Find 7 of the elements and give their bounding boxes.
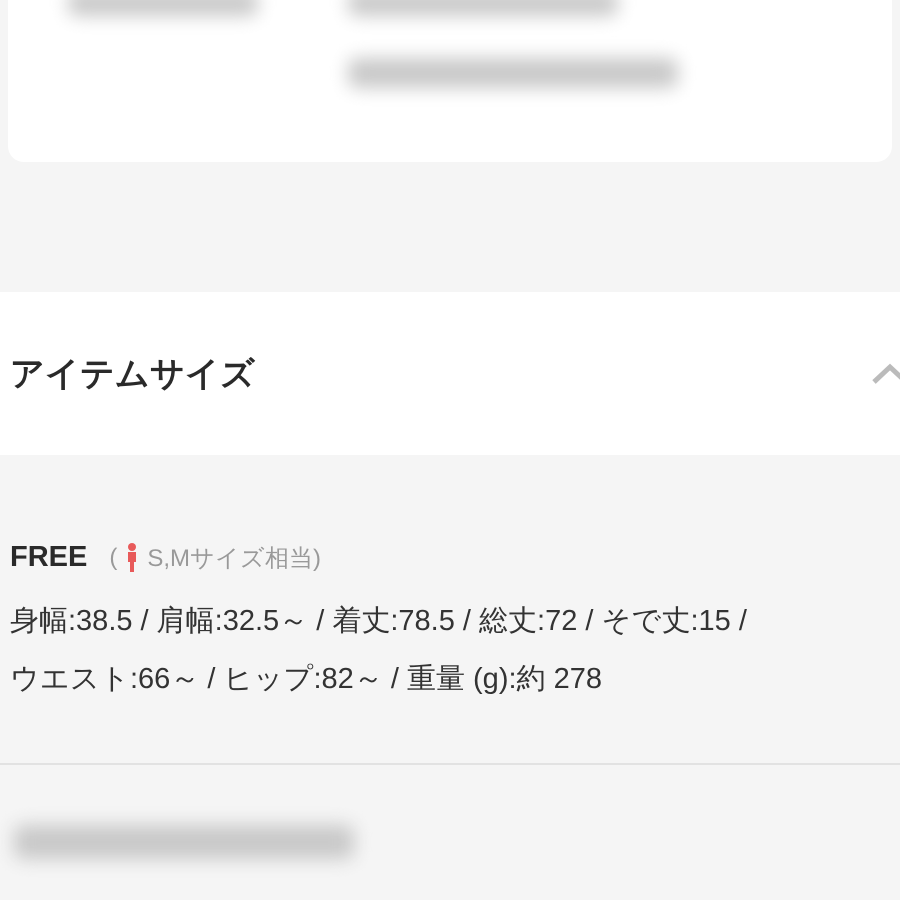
size-spec-text: ウエスト:66～ / ヒップ:82～ / 重量 (g):約 278 (10, 662, 603, 697)
size-name: FREE (10, 541, 88, 574)
chevron-up-icon[interactable] (870, 362, 900, 386)
size-equivalent: S,Mサイズ相当) (147, 544, 322, 574)
paren: ( (109, 544, 118, 572)
section-title: アイテムサイズ (10, 354, 255, 394)
size-spec-text: 身幅:38.5 / 肩幅:32.5～ / 着丈:78.5 / 総丈:72 / そで丈:15 / (10, 604, 748, 639)
